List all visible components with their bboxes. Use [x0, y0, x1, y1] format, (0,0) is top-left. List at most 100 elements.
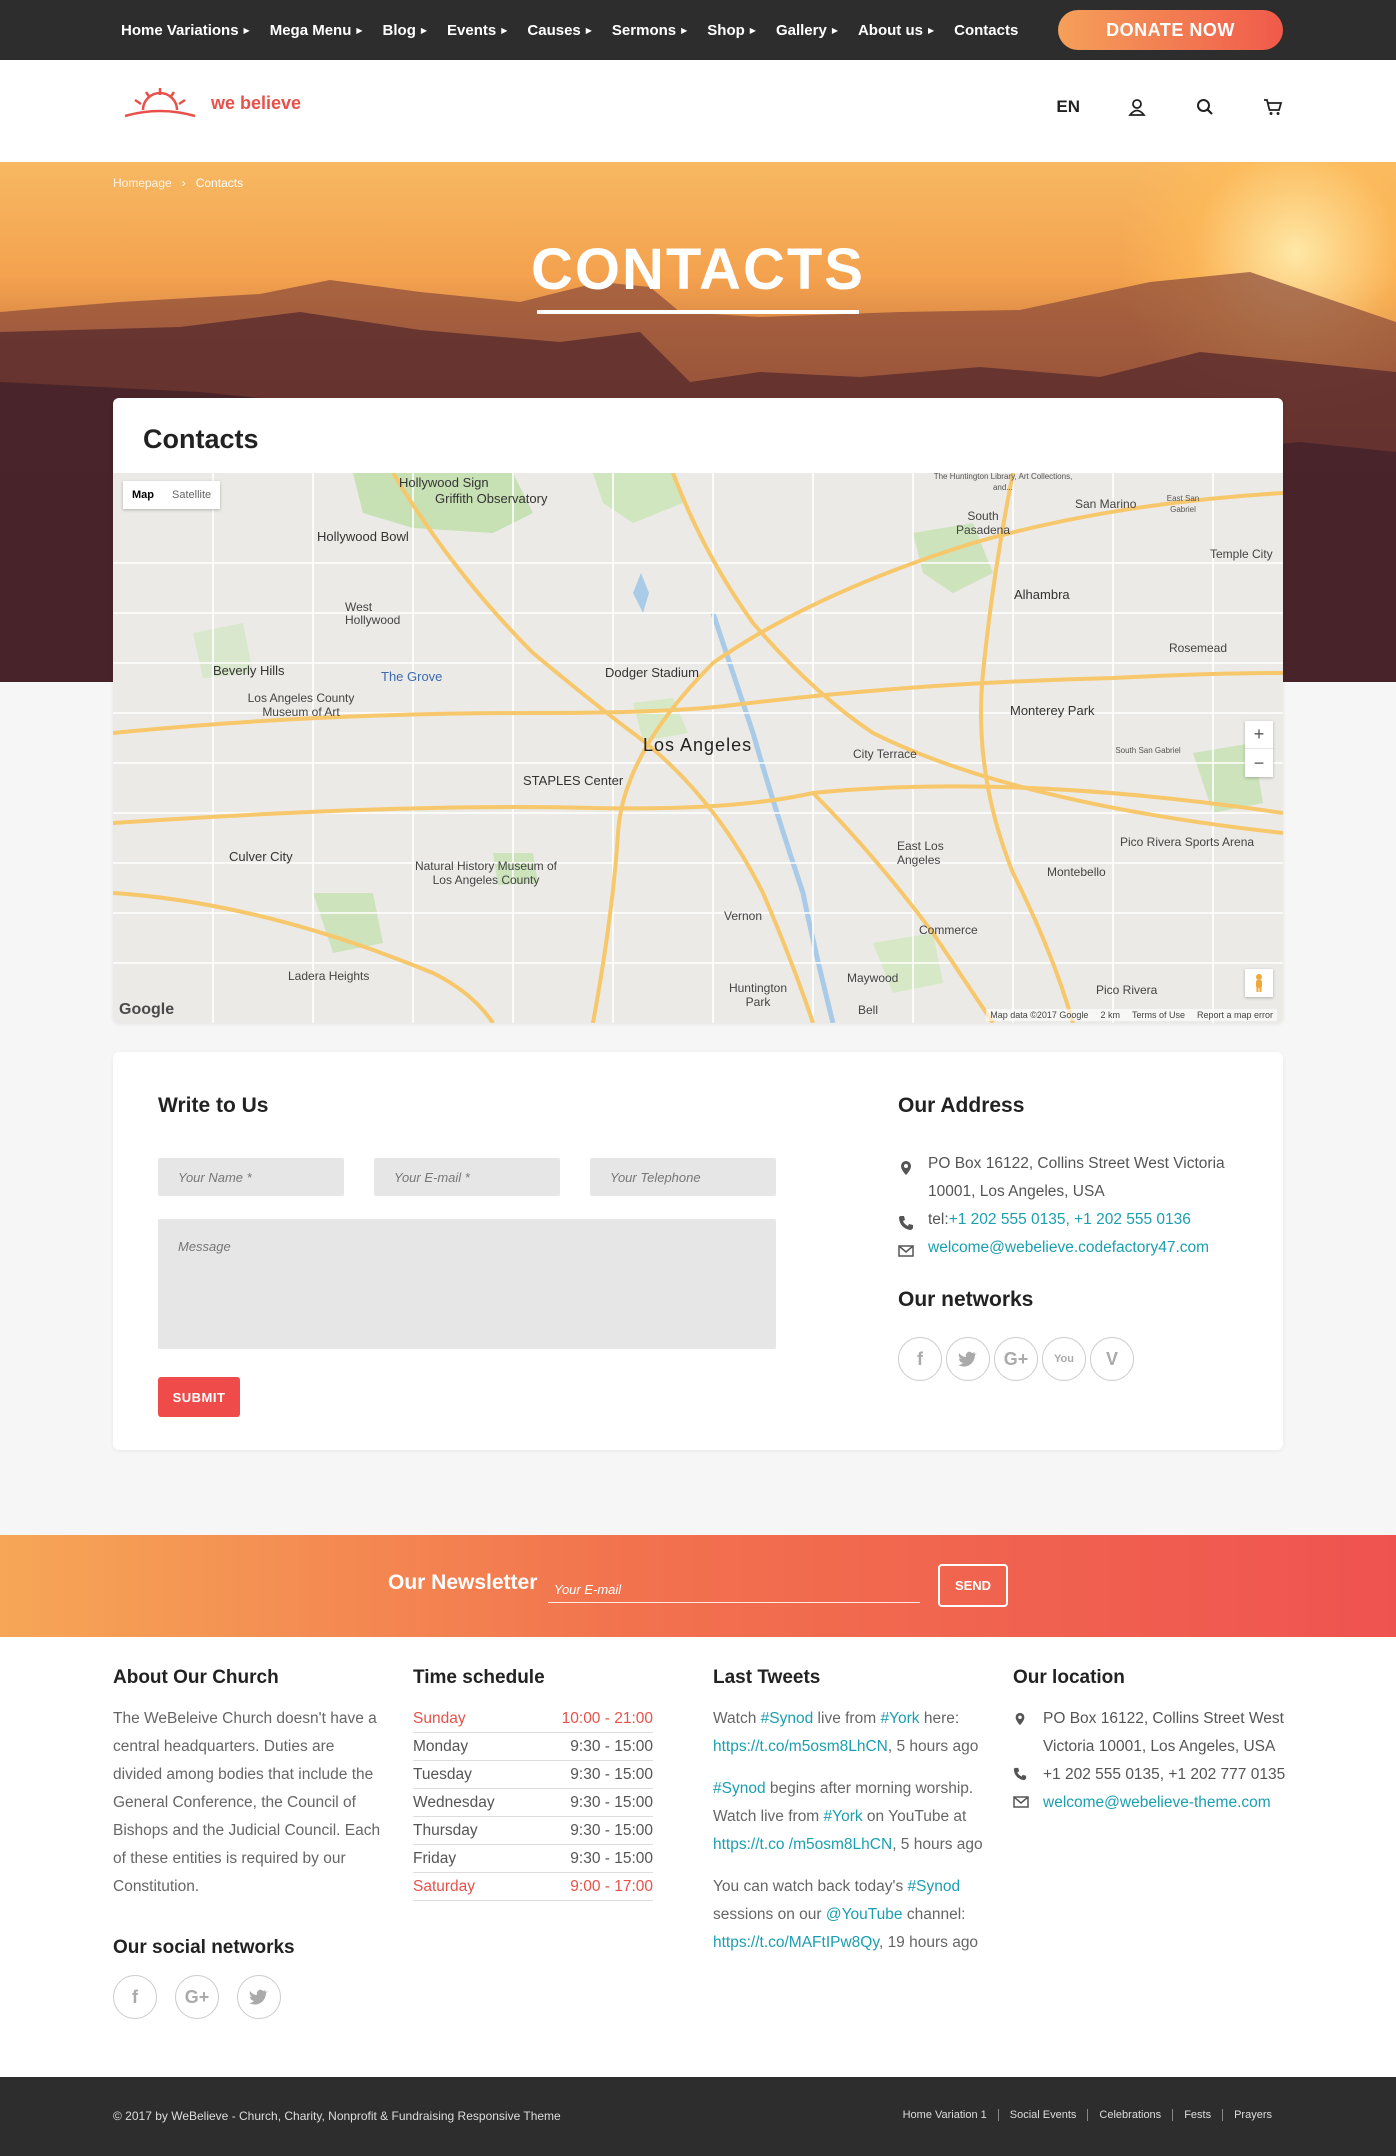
- message-textarea[interactable]: Message: [158, 1219, 776, 1349]
- tweet-link[interactable]: https://t.co /m5osm8LhCN: [713, 1836, 892, 1853]
- page-title: CONTACTS: [531, 237, 865, 302]
- nav-item-contacts[interactable]: Contacts: [954, 22, 1018, 39]
- tweet-link[interactable]: https://t.co/MAFtIPw8Qy: [713, 1934, 879, 1951]
- map-label: Huntington Park: [728, 981, 788, 1009]
- user-icon[interactable]: [1126, 96, 1148, 118]
- envelope-icon: [898, 1245, 914, 1257]
- map-pin-icon: [1015, 1712, 1025, 1726]
- tweet-link[interactable]: https://t.co/m5osm8LhCN: [713, 1738, 888, 1755]
- zoom-out-button[interactable]: −: [1245, 749, 1273, 777]
- map-label: West Hollywood: [345, 600, 401, 627]
- twitter-icon[interactable]: [946, 1337, 990, 1381]
- schedule-heading: Time schedule: [413, 1667, 545, 1688]
- newsletter-title: Our Newsletter: [388, 1571, 538, 1594]
- schedule-row: Tuesday 9:30 - 15:00: [413, 1761, 653, 1789]
- hashtag-link[interactable]: #Synod: [908, 1878, 961, 1895]
- twitter-icon[interactable]: [237, 1975, 281, 2019]
- map-label: Temple City: [1210, 547, 1273, 561]
- nav-item-sermons[interactable]: Sermons ▶: [612, 22, 687, 39]
- caret-right-icon: ▶: [356, 25, 363, 35]
- map-label: The Grove: [381, 669, 443, 684]
- street-view-pegman-icon[interactable]: [1245, 969, 1273, 997]
- hashtag-link[interactable]: #Synod: [713, 1780, 766, 1797]
- map-type-map[interactable]: Map: [123, 481, 163, 509]
- schedule-row: Sunday 10:00 - 21:00: [413, 1705, 653, 1733]
- footer-link[interactable]: Social Events: [997, 2109, 1088, 2121]
- nav-item-shop[interactable]: Shop ▶: [707, 22, 756, 39]
- mention-link[interactable]: @YouTube: [826, 1906, 903, 1923]
- facebook-icon[interactable]: f: [898, 1337, 942, 1381]
- email-input[interactable]: Your E-mail *: [374, 1158, 560, 1196]
- schedule-day: Thursday: [413, 1822, 478, 1839]
- schedule-row: Thursday 9:30 - 15:00: [413, 1817, 653, 1845]
- location-email-link[interactable]: welcome@webelieve-theme.com: [1043, 1794, 1271, 1811]
- phone-line: tel:+1 202 555 0135, +1 202 555 0136: [928, 1206, 1248, 1234]
- map-report-link[interactable]: Report a map error: [1197, 1010, 1273, 1020]
- nav-item-about-us[interactable]: About us ▶: [858, 22, 934, 39]
- email-link[interactable]: welcome@webelieve.codefactory47.com: [928, 1234, 1248, 1262]
- map-label: Monterey Park: [1010, 703, 1095, 718]
- footer-link[interactable]: Prayers: [1222, 2109, 1283, 2121]
- vimeo-icon[interactable]: V: [1090, 1337, 1134, 1381]
- breadcrumb-home[interactable]: Homepage: [113, 176, 172, 190]
- nav-item-label: Gallery: [775, 21, 827, 39]
- nav-item-label: Blog: [382, 21, 416, 39]
- nav-item-gallery[interactable]: Gallery ▶: [776, 22, 838, 39]
- name-input[interactable]: Your Name *: [158, 1158, 344, 1196]
- caret-right-icon: ▶: [585, 25, 592, 35]
- nav-item-label: About us: [857, 21, 923, 39]
- zoom-in-button[interactable]: +: [1245, 721, 1273, 749]
- schedule-time: 9:30 - 15:00: [570, 1738, 653, 1755]
- google-map[interactable]: Hollywood Sign Griffith Observatory Holl…: [113, 473, 1283, 1023]
- header-actions: EN: [1056, 96, 1284, 118]
- sun-logo-icon: [124, 88, 196, 118]
- google-plus-icon[interactable]: G+: [994, 1337, 1038, 1381]
- newsletter-email-input[interactable]: Your E-mail: [548, 1573, 920, 1603]
- caret-right-icon: ▶: [831, 25, 838, 35]
- nav-item-label: Sermons: [611, 21, 677, 39]
- language-switcher[interactable]: EN: [1056, 97, 1080, 117]
- submit-button[interactable]: SUBMIT: [158, 1377, 240, 1417]
- hashtag-link[interactable]: #Synod: [761, 1710, 814, 1727]
- map-terms-link[interactable]: Terms of Use: [1132, 1010, 1185, 1020]
- tweet-time: , 5 hours ago: [892, 1836, 983, 1853]
- hashtag-link[interactable]: #York: [880, 1710, 919, 1727]
- map-label: East Los Angeles: [897, 839, 944, 867]
- search-icon[interactable]: [1194, 96, 1216, 118]
- telephone-input[interactable]: Your Telephone: [590, 1158, 776, 1196]
- hashtag-link[interactable]: #York: [824, 1808, 863, 1825]
- cart-icon[interactable]: [1262, 96, 1284, 118]
- nav-item-events[interactable]: Events ▶: [447, 22, 507, 39]
- newsletter-send-button[interactable]: SEND: [938, 1564, 1008, 1607]
- bottom-links: Home Variation 1 Social Events Celebration…: [892, 2109, 1283, 2121]
- phone-link[interactable]: +1 202 555 0135, +1 202 555 0136: [949, 1211, 1191, 1228]
- donate-button[interactable]: DONATE NOW: [1058, 10, 1283, 50]
- facebook-icon[interactable]: f: [113, 1975, 157, 2019]
- footer-link[interactable]: Home Variation 1: [892, 2109, 998, 2121]
- map-label: Hollywood Sign: [399, 475, 489, 490]
- tweet-item: Watch #Synod live from #York here: https…: [713, 1705, 983, 1761]
- nav-item-home-variations[interactable]: Home Variations ▶: [121, 22, 250, 39]
- envelope-icon: [1013, 1796, 1029, 1808]
- nav-item-label: Contacts: [954, 21, 1019, 39]
- footer-tweets: Last Tweets Watch #Synod live from #York…: [713, 1667, 983, 1971]
- schedule-row: Monday 9:30 - 15:00: [413, 1733, 653, 1761]
- site-header: we believe EN: [0, 60, 1396, 162]
- google-plus-icon[interactable]: G+: [175, 1975, 219, 2019]
- map-label: Montebello: [1047, 865, 1106, 879]
- title-underline: [537, 310, 859, 314]
- nav-item-causes[interactable]: Causes ▶: [527, 22, 592, 39]
- map-label: Natural History Museum of Los Angeles Co…: [414, 859, 558, 887]
- site-logo[interactable]: we believe: [121, 86, 301, 120]
- youtube-icon[interactable]: You: [1042, 1337, 1086, 1381]
- nav-item-mega-menu[interactable]: Mega Menu ▶: [270, 22, 363, 39]
- map-type-satellite[interactable]: Satellite: [163, 481, 220, 509]
- footer-link[interactable]: Fests: [1172, 2109, 1222, 2121]
- map-pin-icon: [901, 1161, 911, 1175]
- schedule-row: Friday 9:30 - 15:00: [413, 1845, 653, 1873]
- google-logo: Google: [119, 1001, 175, 1018]
- footer-link[interactable]: Celebrations: [1087, 2109, 1172, 2121]
- schedule-time: 10:00 - 21:00: [561, 1710, 653, 1727]
- nav-item-blog[interactable]: Blog ▶: [383, 22, 427, 39]
- map-scale: 2 km: [1100, 1010, 1120, 1020]
